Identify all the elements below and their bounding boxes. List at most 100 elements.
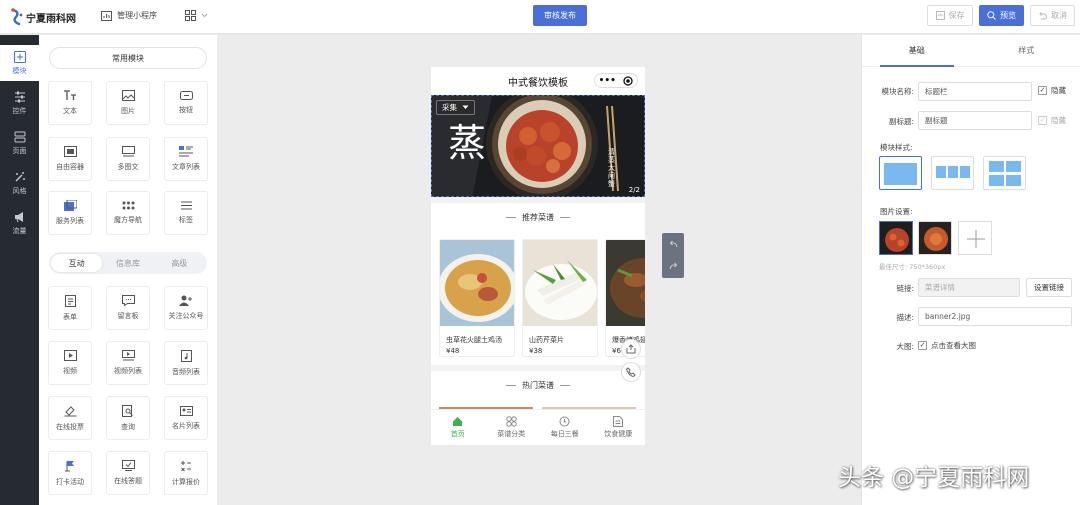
style-option-3[interactable] <box>983 156 1026 190</box>
image-settings-label: 图片设置: <box>880 207 913 216</box>
module-query[interactable]: 查询 <box>106 396 150 440</box>
nav-label-traffic: 流量 <box>12 226 27 235</box>
module-label: 在线答题 <box>114 477 142 485</box>
module-multi-article[interactable]: 多图文 <box>106 137 150 181</box>
miniprogram-capsule[interactable]: ••• <box>594 73 638 88</box>
style-preview <box>989 161 1004 172</box>
module-audio-list[interactable]: 音频列表 <box>164 341 208 385</box>
tab-advanced[interactable]: 高级 <box>154 254 205 272</box>
module-label: 表单 <box>63 312 77 321</box>
preview-label: 预览 <box>1000 11 1016 20</box>
page-title: 中式餐饮模板 <box>508 77 568 89</box>
save-button[interactable]: 保存 <box>927 5 973 26</box>
phone-preview: 中式餐饮模板 ••• 采集 蒸 清蒸大闸蟹 2/2 推荐菜谱 虫草花火腿土鸡汤 … <box>431 67 645 445</box>
image-thumb-2[interactable] <box>918 221 952 255</box>
style-option-2[interactable] <box>931 156 974 190</box>
style-preview <box>936 166 946 178</box>
undo-button[interactable] <box>662 233 684 255</box>
module-free-container[interactable]: 自由容器 <box>48 137 92 181</box>
big-image-checkbox[interactable]: ✓ 点击查看大图 <box>918 340 976 351</box>
module-online-vote[interactable]: 在线投票 <box>48 396 92 440</box>
tab-interactive[interactable]: 互动 <box>51 254 103 272</box>
tab-style[interactable]: 样式 <box>972 35 1080 66</box>
module-label: 视频列表 <box>114 367 142 375</box>
nav-label-page: 页面 <box>12 146 27 155</box>
save-label: 保存 <box>948 11 965 20</box>
checkbox-label: 隐藏 <box>1051 116 1066 125</box>
plus-icon <box>967 230 985 248</box>
module-article-list[interactable]: 文章列表 <box>164 137 208 181</box>
module-button[interactable]: 按钮 <box>164 81 208 125</box>
undo-arrow-icon <box>669 240 677 248</box>
redo-button[interactable] <box>662 255 684 277</box>
module-name-input[interactable]: 标题栏 <box>918 82 1032 101</box>
tab-three-meals[interactable]: 每日三餐 <box>538 410 592 445</box>
desc-input[interactable]: banner2.jpg <box>918 307 1072 326</box>
module-card-list[interactable]: 名片列表 <box>164 396 208 440</box>
manage-miniprogram-link[interactable]: 管理小程序 <box>101 10 157 21</box>
module-palette: 常用模块 文本 图片 按钮 自由容器 多图文 文章列表 服务列表 魔方导航 标签… <box>39 35 217 505</box>
dish-card[interactable]: 虫草花火腿土鸡汤 ¥48 <box>439 239 515 357</box>
nav-item-control[interactable]: 控件 <box>0 85 39 121</box>
nav-item-page[interactable]: 页面 <box>0 125 39 161</box>
nav-label-control: 控件 <box>12 106 27 115</box>
dish-card[interactable]: 爆香烤鸡翅 ¥6 <box>605 239 645 357</box>
link-input[interactable]: 菜谱详情 <box>918 278 1020 297</box>
tab-info-library[interactable]: 信息库 <box>102 254 153 272</box>
module-message-board[interactable]: 留言板 <box>106 286 150 330</box>
apps-menu[interactable] <box>185 10 213 21</box>
checkbox-box: ✓ <box>1038 116 1047 125</box>
common-modules-header: 常用模块 <box>49 47 207 69</box>
nav-label-module: 模块 <box>12 66 27 75</box>
undo-icon <box>1039 12 1047 20</box>
module-text[interactable]: 文本 <box>48 81 92 125</box>
search-icon <box>987 11 996 20</box>
module-label: 查询 <box>121 422 135 431</box>
preview-button[interactable]: 预览 <box>979 5 1024 26</box>
capture-tag[interactable]: 采集 <box>436 100 475 115</box>
module-label: 在线投票 <box>56 422 84 431</box>
module-follow-account[interactable]: 关注公众号 <box>164 286 208 330</box>
cancel-button[interactable]: 取消 <box>1030 5 1075 26</box>
nav-item-traffic[interactable]: 流量 <box>0 205 39 241</box>
banner-vertical-text: 清蒸大闸蟹 <box>608 148 615 188</box>
subtitle-input[interactable]: 副标题 <box>918 111 1032 130</box>
module-quote-calculator[interactable]: 计算报价 <box>164 451 208 495</box>
banner-carousel[interactable]: 采集 蒸 清蒸大闸蟹 2/2 <box>431 95 645 197</box>
hide-title-checkbox[interactable]: ✓ 隐藏 <box>1038 85 1066 96</box>
dish-card[interactable]: 山药芹菜片 ¥38 <box>522 239 598 357</box>
phone-float-button[interactable] <box>621 362 641 382</box>
dish-name: 山药芹菜片 <box>529 336 564 344</box>
thumb-image <box>885 228 909 252</box>
nav-item-style[interactable]: 风格 <box>0 165 39 201</box>
module-video-list[interactable]: 视频列表 <box>106 341 150 385</box>
module-form[interactable]: 表单 <box>48 286 92 330</box>
module-video[interactable]: 视频 <box>48 341 92 385</box>
set-link-button[interactable]: 设置链接 <box>1026 278 1072 297</box>
module-image[interactable]: 图片 <box>106 81 150 125</box>
module-label: 魔方导航 <box>114 216 142 224</box>
tab-home[interactable]: 首页 <box>431 410 485 445</box>
tab-recipe-category[interactable]: 菜谱分类 <box>485 410 539 445</box>
hide-subtitle-checkbox[interactable]: ✓ 隐藏 <box>1038 115 1066 126</box>
add-image-button[interactable] <box>958 221 992 255</box>
desc-label: 描述: <box>896 313 914 322</box>
module-online-quiz[interactable]: 在线答题 <box>106 451 150 495</box>
chart-icon <box>101 10 112 21</box>
calculator-icon <box>181 460 191 471</box>
tab-diet-health[interactable]: 饮食健康 <box>592 410 646 445</box>
image-icon <box>121 90 135 101</box>
module-tag[interactable]: 标签 <box>164 191 208 235</box>
share-float-button[interactable] <box>621 339 641 359</box>
module-service-list[interactable]: 服务列表 <box>48 191 92 235</box>
image-thumb-1[interactable] <box>879 221 913 255</box>
module-cube-nav[interactable]: 魔方导航 <box>106 191 150 235</box>
manage-label: 管理小程序 <box>117 11 157 20</box>
dish-name: 虫草花火腿土鸡汤 <box>446 336 502 344</box>
publish-button[interactable]: 审核发布 <box>533 5 587 26</box>
nav-item-module[interactable]: 模块 <box>0 45 39 81</box>
module-style-label: 模块样式: <box>880 143 913 152</box>
tab-basic[interactable]: 基础 <box>862 35 972 67</box>
module-check-in[interactable]: 打卡活动 <box>48 451 92 495</box>
style-option-1[interactable] <box>879 156 922 190</box>
